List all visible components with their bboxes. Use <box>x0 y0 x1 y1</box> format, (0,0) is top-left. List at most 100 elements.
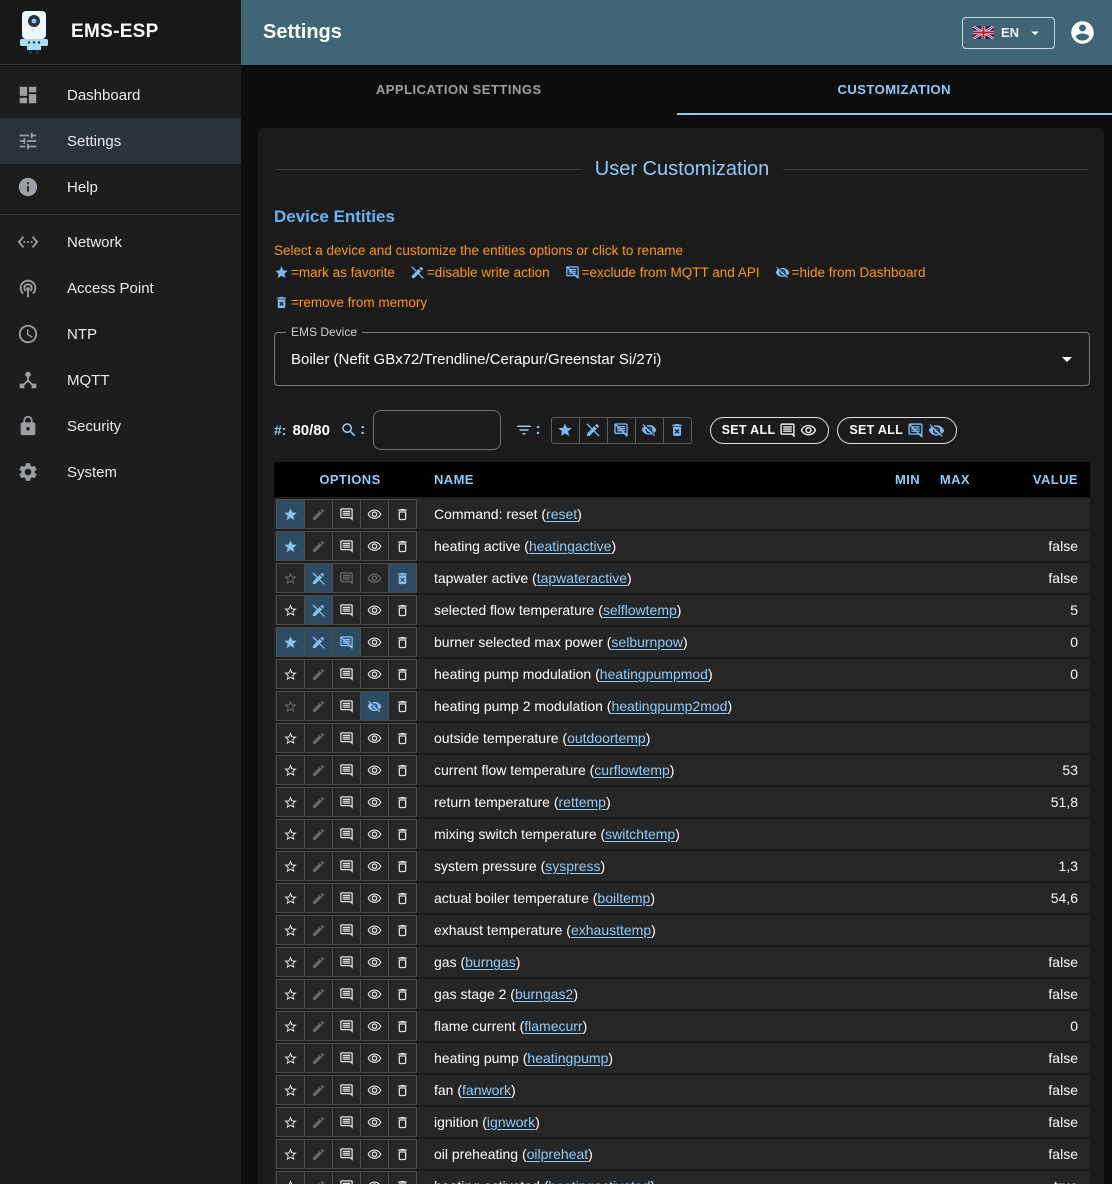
entity-code-link[interactable]: selburnpow <box>611 634 683 650</box>
sidebar-item-access-point[interactable]: Access Point <box>0 265 241 311</box>
mqtt-toggle[interactable] <box>332 979 361 1009</box>
write-toggle[interactable] <box>304 915 333 945</box>
write-toggle[interactable] <box>304 979 333 1009</box>
entity-code-link[interactable]: ignwork <box>487 1114 535 1130</box>
mqtt-toggle[interactable] <box>332 1107 361 1137</box>
write-toggle[interactable] <box>304 1011 333 1041</box>
write-toggle[interactable] <box>304 659 333 689</box>
entity-code-link[interactable]: heatingpump <box>527 1050 608 1066</box>
remove-toggle[interactable] <box>388 1043 417 1073</box>
entity-code-link[interactable]: switchtemp <box>605 826 675 842</box>
write-toggle[interactable] <box>304 1107 333 1137</box>
account-icon[interactable] <box>1069 19 1096 46</box>
mqtt-toggle[interactable] <box>332 531 361 561</box>
sidebar-item-security[interactable]: Security <box>0 403 241 449</box>
mqtt-toggle[interactable] <box>332 883 361 913</box>
entity-code-link[interactable]: curflowtemp <box>594 762 669 778</box>
favorite-toggle[interactable] <box>276 723 305 753</box>
remove-toggle[interactable] <box>388 755 417 785</box>
favorite-toggle[interactable] <box>276 691 305 721</box>
remove-toggle[interactable] <box>388 1107 417 1137</box>
mqtt-toggle[interactable] <box>332 563 361 593</box>
remove-toggle[interactable] <box>388 691 417 721</box>
entity-code-link[interactable]: outdoortemp <box>567 730 646 746</box>
entity-code-link[interactable]: heatingpumpmod <box>600 666 708 682</box>
hide-toggle[interactable] <box>360 851 389 881</box>
write-toggle[interactable] <box>304 755 333 785</box>
hide-toggle[interactable] <box>360 1107 389 1137</box>
remove-toggle[interactable] <box>388 595 417 625</box>
hide-toggle[interactable] <box>360 979 389 1009</box>
remove-toggle[interactable] <box>388 787 417 817</box>
search-input[interactable] <box>373 410 501 450</box>
sidebar-item-dashboard[interactable]: Dashboard <box>0 72 241 118</box>
favorite-toggle[interactable] <box>276 1043 305 1073</box>
remove-toggle[interactable] <box>388 947 417 977</box>
favorite-toggle[interactable] <box>276 755 305 785</box>
set-all-show-button[interactable]: SET ALL <box>710 417 830 444</box>
entity-code-link[interactable]: heatingpump2mod <box>611 698 727 714</box>
bulk-toggle-trash-x[interactable] <box>663 417 692 444</box>
remove-toggle[interactable] <box>388 883 417 913</box>
favorite-toggle[interactable] <box>276 499 305 529</box>
favorite-toggle[interactable] <box>276 531 305 561</box>
mqtt-toggle[interactable] <box>332 947 361 977</box>
mqtt-toggle[interactable] <box>332 499 361 529</box>
favorite-toggle[interactable] <box>276 915 305 945</box>
hide-toggle[interactable] <box>360 595 389 625</box>
sidebar-item-network[interactable]: Network <box>0 219 241 265</box>
entity-code-link[interactable]: burngas <box>465 954 516 970</box>
remove-toggle[interactable] <box>388 1075 417 1105</box>
entity-code-link[interactable]: heatingactive <box>529 538 612 554</box>
favorite-toggle[interactable] <box>276 659 305 689</box>
write-toggle[interactable] <box>304 723 333 753</box>
ems-device-select[interactable]: EMS Device Boiler (Nefit GBx72/Trendline… <box>274 332 1090 386</box>
remove-toggle[interactable] <box>388 499 417 529</box>
mqtt-toggle[interactable] <box>332 1171 361 1184</box>
sidebar-item-mqtt[interactable]: MQTT <box>0 357 241 403</box>
sidebar-item-ntp[interactable]: NTP <box>0 311 241 357</box>
mqtt-toggle[interactable] <box>332 691 361 721</box>
write-toggle[interactable] <box>304 1043 333 1073</box>
hide-toggle[interactable] <box>360 563 389 593</box>
entity-code-link[interactable]: syspress <box>545 858 600 874</box>
favorite-toggle[interactable] <box>276 979 305 1009</box>
remove-toggle[interactable] <box>388 1139 417 1169</box>
mqtt-toggle[interactable] <box>332 723 361 753</box>
entity-code-link[interactable]: rettemp <box>559 794 606 810</box>
hide-toggle[interactable] <box>360 915 389 945</box>
remove-toggle[interactable] <box>388 531 417 561</box>
hide-toggle[interactable] <box>360 1075 389 1105</box>
hide-toggle[interactable] <box>360 531 389 561</box>
hide-toggle[interactable] <box>360 691 389 721</box>
tab-customization[interactable]: CUSTOMIZATION <box>677 65 1112 115</box>
hide-toggle[interactable] <box>360 723 389 753</box>
remove-toggle[interactable] <box>388 723 417 753</box>
hide-toggle[interactable] <box>360 1171 389 1184</box>
mqtt-toggle[interactable] <box>332 915 361 945</box>
bulk-toggle-eye-off[interactable] <box>635 417 664 444</box>
favorite-toggle[interactable] <box>276 1011 305 1041</box>
favorite-toggle[interactable] <box>276 1075 305 1105</box>
favorite-toggle[interactable] <box>276 947 305 977</box>
write-toggle[interactable] <box>304 1139 333 1169</box>
favorite-toggle[interactable] <box>276 883 305 913</box>
entity-code-link[interactable]: reset <box>546 506 577 522</box>
remove-toggle[interactable] <box>388 627 417 657</box>
sidebar-item-help[interactable]: Help <box>0 164 241 210</box>
hide-toggle[interactable] <box>360 883 389 913</box>
favorite-toggle[interactable] <box>276 563 305 593</box>
language-selector[interactable]: EN <box>962 17 1055 49</box>
write-toggle[interactable] <box>304 883 333 913</box>
entity-code-link[interactable]: flamecurr <box>524 1018 582 1034</box>
hide-toggle[interactable] <box>360 627 389 657</box>
mqtt-toggle[interactable] <box>332 1139 361 1169</box>
hide-toggle[interactable] <box>360 499 389 529</box>
favorite-toggle[interactable] <box>276 787 305 817</box>
remove-toggle[interactable] <box>388 1011 417 1041</box>
remove-toggle[interactable] <box>388 915 417 945</box>
sidebar-item-settings[interactable]: Settings <box>0 118 241 164</box>
favorite-toggle[interactable] <box>276 1139 305 1169</box>
set-all-hide-button[interactable]: SET ALL <box>837 417 957 444</box>
favorite-toggle[interactable] <box>276 851 305 881</box>
